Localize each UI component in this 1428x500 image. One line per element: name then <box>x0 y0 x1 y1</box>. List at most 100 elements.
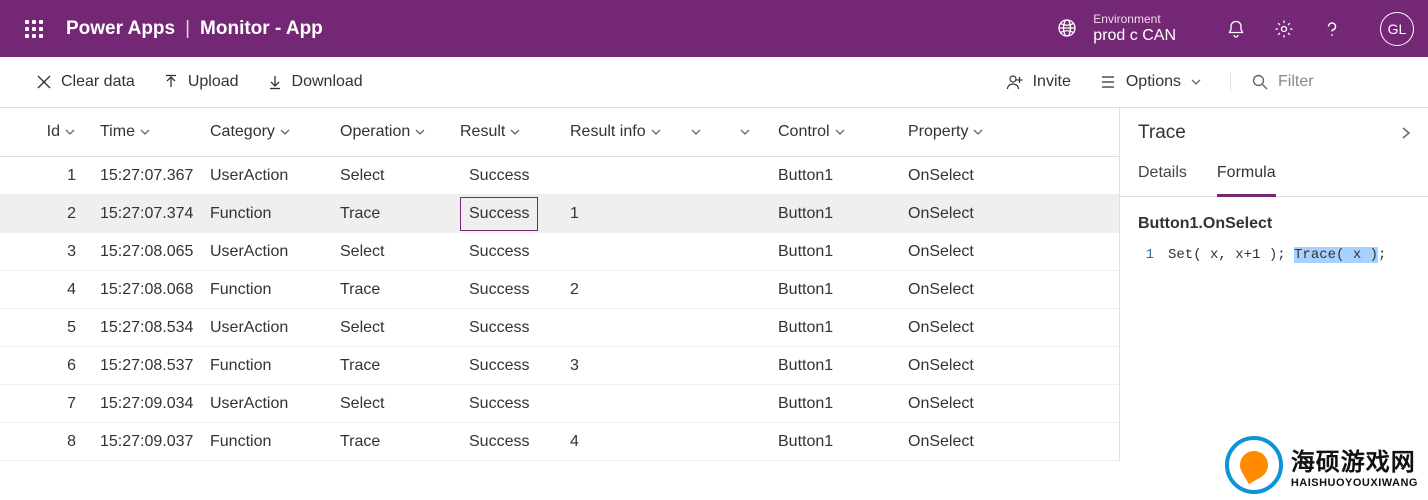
main: Id Time Category Operation Result Result… <box>0 108 1428 461</box>
cell-control: Button1 <box>778 205 908 223</box>
cell-control: Button1 <box>778 357 908 375</box>
list-icon <box>1099 73 1117 91</box>
chevron-down-icon <box>414 126 426 138</box>
chevron-down-icon <box>834 126 846 138</box>
cell-result: Success <box>460 159 570 193</box>
invite-button[interactable]: Invite <box>1006 73 1071 91</box>
panel-title: Trace <box>1138 122 1186 144</box>
download-button[interactable]: Download <box>267 73 363 91</box>
cell-operation: Trace <box>340 357 460 375</box>
cell-time: 15:27:08.537 <box>80 357 210 375</box>
cell-result: Success <box>460 425 570 459</box>
help-icon[interactable] <box>1322 19 1342 39</box>
toolbar: Clear data Upload Download Invite Option… <box>0 57 1428 108</box>
table-row[interactable]: 515:27:08.534UserActionSelectSuccessButt… <box>0 309 1119 347</box>
filter-input[interactable] <box>1278 73 1398 91</box>
chevron-down-icon <box>690 126 702 138</box>
page-name: Monitor - App <box>200 18 323 40</box>
cell-operation: Select <box>340 167 460 185</box>
search-icon <box>1251 73 1269 91</box>
code-highlight: Trace( x ) <box>1294 247 1378 263</box>
table-row[interactable]: 815:27:09.037FunctionTraceSuccess4Button… <box>0 423 1119 461</box>
chevron-right-icon[interactable] <box>1398 125 1414 141</box>
close-icon <box>36 74 52 90</box>
cell-property: OnSelect <box>908 433 1038 451</box>
formula-reference: Button1.OnSelect <box>1138 215 1410 233</box>
header-actions: GL <box>1226 12 1414 46</box>
upload-button[interactable]: Upload <box>163 73 239 91</box>
table-row[interactable]: 215:27:07.374FunctionTraceSuccess1Button… <box>0 195 1119 233</box>
cell-id: 1 <box>0 167 80 185</box>
cell-category: UserAction <box>210 167 340 185</box>
cell-result: Success <box>460 197 570 231</box>
filter-field[interactable] <box>1230 73 1398 91</box>
cell-operation: Trace <box>340 433 460 451</box>
table-row[interactable]: 415:27:08.068FunctionTraceSuccess2Button… <box>0 271 1119 309</box>
cell-time: 15:27:07.374 <box>80 205 210 223</box>
formula-code: 1 Set( x, x+1 ); Trace( x ); <box>1138 247 1410 263</box>
header-category[interactable]: Category <box>210 123 340 141</box>
cell-category: Function <box>210 433 340 451</box>
environment-label: Environment <box>1093 12 1176 26</box>
table-row[interactable]: 315:27:08.065UserActionSelectSuccessButt… <box>0 233 1119 271</box>
tab-details[interactable]: Details <box>1138 154 1187 197</box>
header-property[interactable]: Property <box>908 123 1038 141</box>
cell-category: UserAction <box>210 243 340 261</box>
upload-label: Upload <box>188 73 239 91</box>
details-panel: Trace Details Formula Button1.OnSelect 1… <box>1119 108 1428 461</box>
waffle-icon <box>25 20 43 38</box>
avatar[interactable]: GL <box>1380 12 1414 46</box>
cell-result-info: 1 <box>570 205 680 223</box>
clear-data-button[interactable]: Clear data <box>36 73 135 91</box>
cell-control: Button1 <box>778 243 908 261</box>
header-blank-2[interactable] <box>712 126 778 138</box>
cell-property: OnSelect <box>908 395 1038 413</box>
table-row[interactable]: 715:27:09.034UserActionSelectSuccessButt… <box>0 385 1119 423</box>
invite-icon <box>1006 73 1024 91</box>
cell-operation: Select <box>340 243 460 261</box>
chevron-down-icon <box>509 126 521 138</box>
options-button[interactable]: Options <box>1099 73 1202 91</box>
cell-operation: Select <box>340 395 460 413</box>
header-result[interactable]: Result <box>460 123 570 141</box>
header-result-info[interactable]: Result info <box>570 123 680 141</box>
tab-formula[interactable]: Formula <box>1217 154 1276 197</box>
options-label: Options <box>1126 73 1181 91</box>
app-title: Power Apps | Monitor - App <box>66 18 323 40</box>
header-id[interactable]: Id <box>0 123 80 141</box>
header-control[interactable]: Control <box>778 123 908 141</box>
chevron-down-icon <box>650 126 662 138</box>
cell-time: 15:27:07.367 <box>80 167 210 185</box>
cell-category: Function <box>210 357 340 375</box>
chevron-down-icon <box>139 126 151 138</box>
code-text: Set( x, x+1 ); Trace( x ); <box>1168 247 1386 263</box>
header-operation[interactable]: Operation <box>340 123 460 141</box>
environment-picker[interactable]: Environment prod c CAN <box>1057 12 1176 46</box>
waffle-button[interactable] <box>14 9 54 49</box>
cell-control: Button1 <box>778 433 908 451</box>
environment-name: prod c CAN <box>1093 26 1176 45</box>
cell-id: 6 <box>0 357 80 375</box>
cell-time: 15:27:08.534 <box>80 319 210 337</box>
panel-tabs: Details Formula <box>1120 154 1428 197</box>
cell-property: OnSelect <box>908 205 1038 223</box>
line-number: 1 <box>1138 247 1168 263</box>
gear-icon[interactable] <box>1274 19 1294 39</box>
header-blank-1[interactable] <box>680 126 712 138</box>
table-row[interactable]: 115:27:07.367UserActionSelectSuccessButt… <box>0 157 1119 195</box>
cell-property: OnSelect <box>908 357 1038 375</box>
cell-result: Success <box>460 311 570 345</box>
cell-id: 2 <box>0 205 80 223</box>
monitor-table: Id Time Category Operation Result Result… <box>0 108 1119 461</box>
panel-header: Trace <box>1120 108 1428 154</box>
globe-icon <box>1057 18 1077 38</box>
cell-category: UserAction <box>210 395 340 413</box>
table-row[interactable]: 615:27:08.537FunctionTraceSuccess3Button… <box>0 347 1119 385</box>
header-time[interactable]: Time <box>80 123 210 141</box>
product-name[interactable]: Power Apps <box>66 18 175 40</box>
cell-category: Function <box>210 281 340 299</box>
chevron-down-icon <box>1190 76 1202 88</box>
cell-id: 3 <box>0 243 80 261</box>
notification-icon[interactable] <box>1226 19 1246 39</box>
cell-operation: Trace <box>340 205 460 223</box>
